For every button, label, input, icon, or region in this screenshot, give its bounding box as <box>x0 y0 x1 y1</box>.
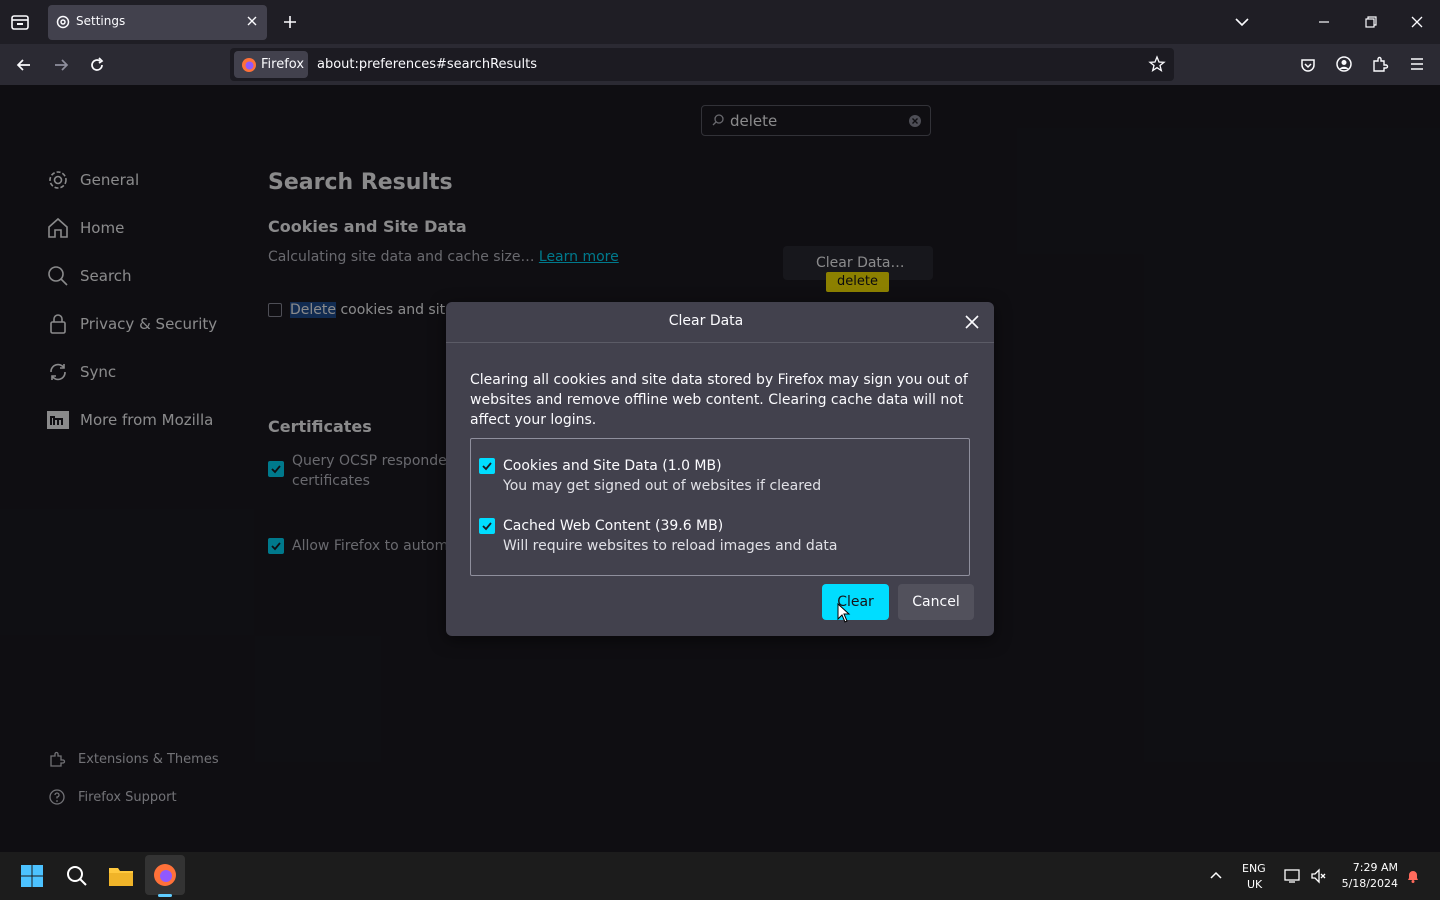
url-text[interactable]: about:preferences#searchResults <box>317 57 537 72</box>
mouse-cursor-icon <box>837 603 851 623</box>
cache-option-subtitle: Will require websites to reload images a… <box>503 538 838 554</box>
dialog-description: Clearing all cookies and site data store… <box>470 372 968 428</box>
pocket-icon[interactable] <box>1299 56 1317 74</box>
notification-bell-icon[interactable] <box>1405 868 1421 884</box>
taskbar-firefox-icon[interactable] <box>145 855 185 895</box>
cookies-checkbox[interactable] <box>479 458 495 474</box>
close-icon[interactable] <box>963 313 981 331</box>
star-icon[interactable] <box>1148 55 1166 73</box>
close-tab-icon[interactable] <box>244 13 260 29</box>
language-indicator[interactable]: ENG <box>1242 862 1266 875</box>
chevron-down-icon[interactable] <box>1233 14 1251 30</box>
firefox-view-icon[interactable] <box>8 10 32 34</box>
file-explorer-icon[interactable] <box>108 865 134 887</box>
account-icon[interactable] <box>1335 55 1353 73</box>
gear-icon <box>55 14 71 30</box>
taskbar-search-icon[interactable] <box>65 864 89 888</box>
puzzle-icon[interactable] <box>1371 55 1389 73</box>
cache-checkbox[interactable] <box>479 518 495 534</box>
identity-label: Firefox <box>261 57 305 72</box>
cache-option[interactable]: Cached Web Content (39.6 MB) Will requir… <box>479 518 837 554</box>
region-indicator[interactable]: UK <box>1247 878 1262 891</box>
hamburger-menu-icon[interactable] <box>1408 56 1426 72</box>
cancel-button-label: Cancel <box>912 594 960 610</box>
minimize-icon[interactable] <box>1316 14 1332 30</box>
cookies-option-title: Cookies and Site Data (1.0 MB) <box>503 458 722 474</box>
network-icon[interactable] <box>1284 868 1302 884</box>
clear-button-label: Clear <box>837 594 874 610</box>
cookies-option[interactable]: Cookies and Site Data (1.0 MB) You may g… <box>479 458 821 494</box>
taskbar <box>0 852 1440 900</box>
close-window-icon[interactable] <box>1409 14 1425 30</box>
volume-muted-icon[interactable] <box>1310 868 1328 884</box>
cookies-option-subtitle: You may get signed out of websites if cl… <box>503 478 822 494</box>
clock-date[interactable]: 5/18/2024 <box>1340 877 1398 890</box>
forward-arrow-icon[interactable] <box>51 55 71 75</box>
tab-title: Settings <box>76 14 126 28</box>
firefox-logo-icon <box>241 57 257 73</box>
dialog-title: Clear Data <box>668 313 744 329</box>
restore-icon[interactable] <box>1363 14 1379 30</box>
back-arrow-icon[interactable] <box>14 55 34 75</box>
reload-icon[interactable] <box>87 55 107 75</box>
clock-time[interactable]: 7:29 AM <box>1350 861 1398 874</box>
cache-option-title: Cached Web Content (39.6 MB) <box>503 518 724 534</box>
new-tab-icon[interactable] <box>281 13 299 31</box>
chevron-up-icon[interactable] <box>1208 868 1224 884</box>
active-app-indicator <box>158 894 172 897</box>
windows-start-icon[interactable] <box>20 864 44 888</box>
